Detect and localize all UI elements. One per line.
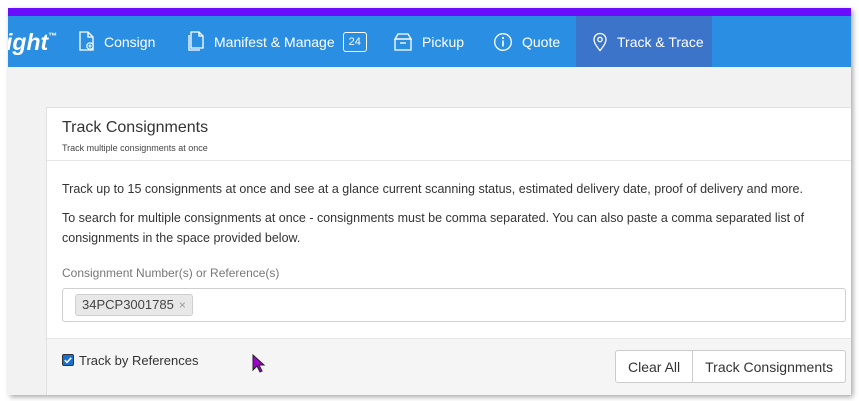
info-paragraph-1: Track up to 15 consignments at once and … — [62, 182, 803, 196]
nav-consign[interactable]: Consign — [78, 16, 155, 67]
brand-trademark: ™ — [48, 31, 58, 41]
nav-manifest-label: Manifest & Manage — [214, 33, 335, 50]
action-button-group: Clear All Track Consignments — [615, 350, 846, 383]
brand-logo[interactable]: ight™ — [8, 29, 57, 56]
nav-consign-label: Consign — [104, 33, 156, 50]
checkmark-icon — [64, 357, 72, 364]
card-footer: Track by References Clear All Track Cons… — [47, 338, 851, 395]
nav-track-trace[interactable]: Track & Trace — [576, 16, 712, 67]
consignment-token: 34PCP3001785 × — [75, 294, 193, 316]
clear-all-button[interactable]: Clear All — [615, 350, 694, 383]
consignment-field-label: Consignment Number(s) or Reference(s) — [62, 266, 280, 280]
documents-icon — [188, 31, 204, 51]
manifest-count-badge: 24 — [342, 31, 367, 52]
info-circle-icon — [494, 32, 512, 51]
nav-track-label: Track & Trace — [617, 33, 704, 50]
consignment-input[interactable]: 34PCP3001785 × — [62, 288, 846, 322]
info-paragraph-2: To search for multiple consignments at o… — [62, 211, 805, 245]
app-window: ight™ Consign Manifest & Manage 24 Picku… — [8, 8, 851, 395]
track-by-references-checkbox[interactable] — [62, 354, 74, 366]
card-title: Track Consignments — [62, 119, 209, 136]
token-value: 34PCP3001785 — [82, 297, 174, 312]
truck-box-icon — [393, 32, 413, 51]
main-navbar: ight™ Consign Manifest & Manage 24 Picku… — [8, 16, 851, 67]
nav-pickup-label: Pickup — [422, 33, 465, 50]
nav-quote[interactable]: Quote — [493, 16, 560, 67]
track-consignments-button[interactable]: Track Consignments — [693, 350, 846, 383]
document-add-icon — [79, 31, 94, 51]
mouse-cursor-icon — [252, 354, 266, 373]
location-pin-icon — [593, 32, 607, 51]
track-consignments-card: Track Consignments Track multiple consig… — [46, 107, 851, 395]
top-accent-bar — [8, 8, 851, 16]
nav-pickup[interactable]: Pickup — [393, 16, 464, 67]
nav-quote-label: Quote — [522, 33, 561, 50]
token-remove-icon[interactable]: × — [179, 298, 186, 312]
brand-text: ight — [8, 29, 49, 55]
card-subtitle: Track multiple consignments at once — [62, 143, 208, 153]
track-by-references-label: Track by References — [79, 353, 199, 368]
nav-manifest-manage[interactable]: Manifest & Manage 24 — [186, 16, 367, 67]
card-header: Track Consignments Track multiple consig… — [47, 108, 851, 161]
